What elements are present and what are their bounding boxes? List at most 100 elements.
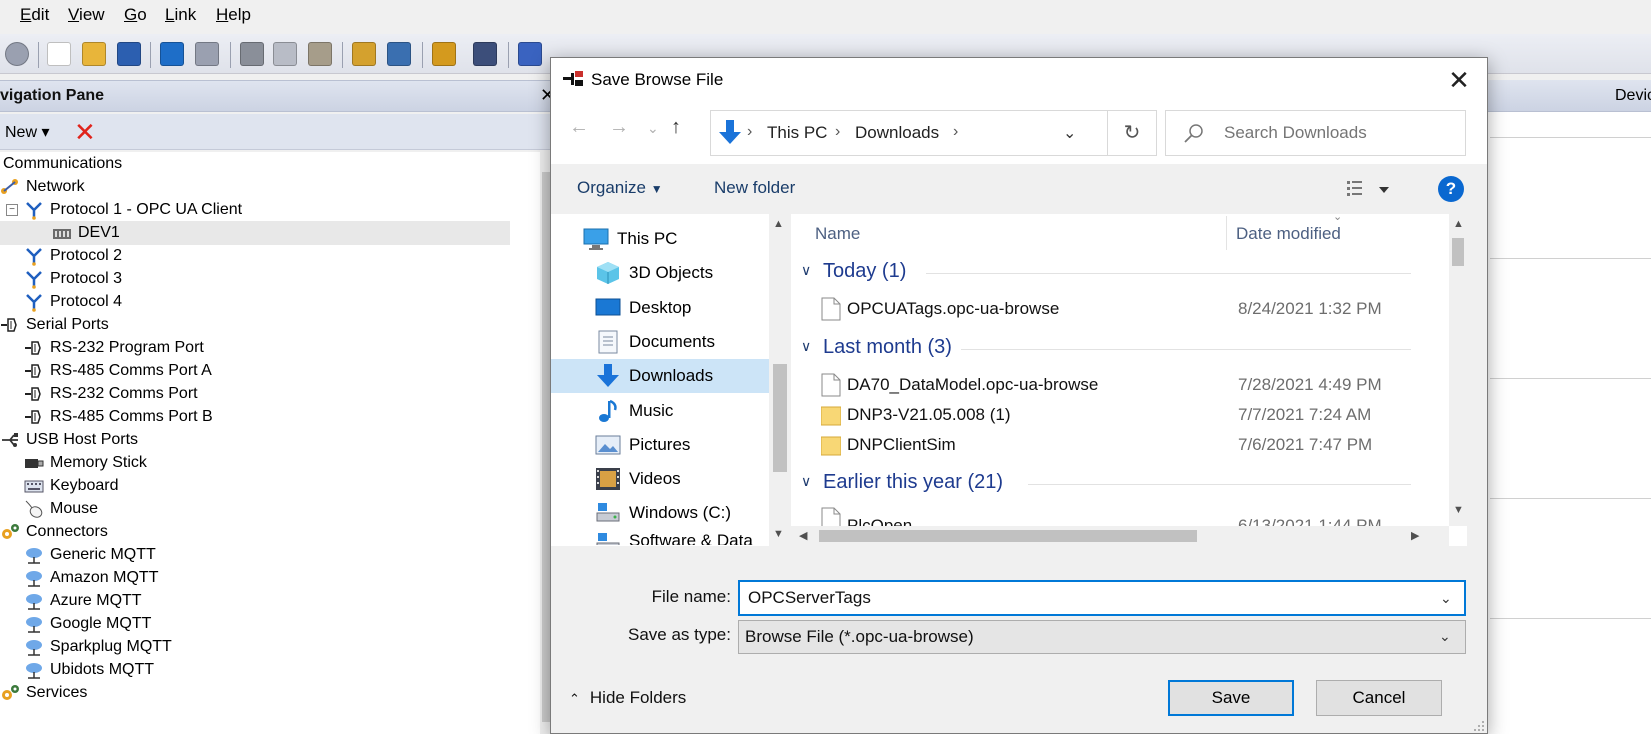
folder-item-documents[interactable]: Documents (551, 325, 769, 359)
menu-go[interactable]: Go (124, 5, 147, 25)
address-bar[interactable]: › This PC › Downloads › ⌄ (710, 110, 1108, 156)
resize-grip-icon[interactable] (1471, 718, 1485, 732)
folder-item-windows-c[interactable]: Windows (C:) (551, 496, 769, 530)
tree-item-communications[interactable]: Communications (3, 152, 122, 176)
tree-item-protocol-4[interactable]: Protocol 4 (24, 290, 122, 314)
folder-item-videos[interactable]: Videos (551, 462, 769, 496)
folder-item-downloads[interactable]: Downloads (551, 359, 769, 394)
up-arrow-icon[interactable]: ↑ (671, 116, 681, 139)
folder-pane-scrollbar[interactable]: ▲ ▼ (769, 214, 791, 546)
file-group-header[interactable]: ∨ Today (1) (791, 258, 1431, 288)
file-row[interactable]: OPCUATags.opc-ua-browse 8/24/2021 1:32 PM (791, 294, 1431, 324)
forward-arrow-icon[interactable]: → (609, 116, 629, 139)
folder-row[interactable]: DNPClientSim 7/6/2021 7:47 PM (791, 430, 1431, 460)
breadcrumb-this-pc[interactable]: This PC (767, 123, 827, 143)
help-icon[interactable]: ? (1438, 176, 1464, 202)
device-column-header[interactable]: Devic (1615, 87, 1651, 105)
tree-item-rs-232-program-port[interactable]: RS-232 Program Port (24, 336, 204, 360)
back-arrow-icon[interactable]: ← (569, 116, 589, 139)
recent-locations-chevron-icon[interactable]: ⌄ (647, 120, 659, 137)
save-icon[interactable] (117, 42, 141, 66)
tree-item-keyboard[interactable]: Keyboard (24, 474, 119, 498)
file-row[interactable]: PlcOpen... 6/13/2021 1:44 PM (791, 504, 1431, 526)
save-type-select[interactable]: Browse File (*.opc-ua-browse) ⌄ (738, 620, 1466, 654)
search-box[interactable] (1165, 110, 1466, 156)
tree-item-protocol-1-opc-ua-client[interactable]: Protocol 1 - OPC UA Client (24, 198, 242, 222)
tree-item-sparkplug-mqtt[interactable]: Sparkplug MQTT (24, 635, 172, 659)
find-all-icon[interactable] (352, 42, 376, 66)
monitor-icon[interactable] (473, 42, 497, 66)
find-icon[interactable] (387, 42, 411, 66)
tree-item-azure-mqtt[interactable]: Azure MQTT (24, 589, 142, 613)
change-view-icon[interactable] (1343, 176, 1395, 202)
folder-item-pictures[interactable]: Pictures (551, 428, 769, 462)
scroll-up-icon[interactable]: ▲ (1453, 218, 1464, 230)
tree-item-rs-485-comms-port-b[interactable]: RS-485 Comms Port B (24, 405, 213, 429)
file-row[interactable]: DA70_DataModel.opc-ua-browse 7/28/2021 4:… (791, 370, 1431, 400)
paste-icon[interactable] (308, 42, 332, 66)
undo-icon[interactable] (160, 42, 184, 66)
tree-item-protocol-2[interactable]: Protocol 2 (24, 244, 122, 268)
chevron-down-icon[interactable]: ⌄ (1440, 590, 1452, 607)
scroll-left-icon[interactable]: ◀ (799, 529, 807, 542)
menu-edit[interactable]: Edit (20, 5, 49, 25)
menu-link[interactable]: Link (165, 5, 196, 25)
tree-item-memory-stick[interactable]: Memory Stick (24, 451, 147, 475)
open-folder-icon[interactable] (82, 42, 106, 66)
cancel-button[interactable]: Cancel (1316, 680, 1442, 716)
tree-item-google-mqtt[interactable]: Google MQTT (24, 612, 151, 636)
hide-folders-button[interactable]: ⌃ Hide Folders (569, 688, 686, 708)
scroll-right-icon[interactable]: ▶ (1411, 529, 1419, 542)
column-divider[interactable] (1226, 216, 1227, 250)
column-name[interactable]: Name (815, 224, 860, 244)
new-file-icon[interactable] (47, 42, 71, 66)
file-group-header[interactable]: ∨ Last month (3) (791, 334, 1431, 364)
tree-item-services[interactable]: Services (0, 681, 87, 705)
new-folder-button[interactable]: New folder (714, 178, 795, 198)
breadcrumb-separator-icon[interactable]: › (953, 123, 958, 141)
tree-item-ubidots-mqtt[interactable]: Ubidots MQTT (24, 658, 154, 682)
redo-icon[interactable] (195, 42, 219, 66)
menu-help[interactable]: Help (216, 5, 251, 25)
file-name-field[interactable]: ⌄ (738, 580, 1466, 616)
folder-item-this-pc[interactable]: This PC (551, 222, 769, 256)
refresh-button[interactable]: ↻ (1108, 110, 1157, 156)
file-list-hscrollbar[interactable]: ◀ ▶ (791, 526, 1449, 546)
organize-button[interactable]: Organize ▼ (577, 178, 663, 198)
scroll-down-icon[interactable]: ▼ (773, 528, 784, 540)
tree-item-rs-485-comms-port-a[interactable]: RS-485 Comms Port A (24, 359, 212, 383)
file-list-vscrollbar[interactable]: ▲ ▼ (1449, 214, 1467, 526)
save-button[interactable]: Save (1168, 680, 1294, 716)
file-name-input[interactable] (748, 588, 1428, 608)
tree-item-network[interactable]: Network (0, 175, 85, 199)
file-hscroll-thumb[interactable] (819, 530, 1197, 542)
copy-icon[interactable] (273, 42, 297, 66)
tree-item-generic-mqtt[interactable]: Generic MQTT (24, 543, 156, 567)
address-dropdown-icon[interactable]: ⌄ (1063, 123, 1076, 143)
menu-view[interactable]: View (68, 5, 105, 25)
collapse-toggle-icon[interactable]: − (6, 204, 18, 216)
wand-icon[interactable] (518, 42, 542, 66)
dialog-close-button[interactable]: ✕ (1439, 64, 1479, 96)
tree-item-serial-ports[interactable]: Serial Ports (0, 313, 109, 337)
folder-item-music[interactable]: Music (551, 394, 769, 428)
tree-item-connectors[interactable]: Connectors (0, 520, 108, 544)
folder-item-desktop[interactable]: Desktop (551, 291, 769, 325)
folder-row[interactable]: DNP3-V21.05.008 (1) 7/7/2021 7:24 AM (791, 400, 1431, 430)
cut-icon[interactable] (240, 42, 264, 66)
tree-item-mouse[interactable]: Mouse (24, 497, 98, 521)
folder-item-software-data-d[interactable]: Software & Data (D:) (551, 531, 769, 545)
tree-item-usb-host-ports[interactable]: USB Host Ports (0, 428, 138, 452)
file-group-header[interactable]: ∨ Earlier this year (21) (791, 469, 1431, 499)
breadcrumb-downloads[interactable]: Downloads (855, 123, 939, 143)
tree-item-rs-232-comms-port[interactable]: RS-232 Comms Port (24, 382, 198, 406)
tree-item-amazon-mqtt[interactable]: Amazon MQTT (24, 566, 158, 590)
folder-scrollbar-thumb[interactable] (773, 364, 787, 472)
new-button[interactable]: New ▾ (5, 122, 50, 142)
column-date-modified[interactable]: Date modified (1236, 224, 1341, 244)
tree-item-protocol-3[interactable]: Protocol 3 (24, 267, 122, 291)
scroll-down-icon[interactable]: ▼ (1453, 504, 1464, 516)
scroll-up-icon[interactable]: ▲ (773, 218, 784, 230)
file-vscroll-thumb[interactable] (1452, 238, 1464, 266)
search-input[interactable] (1224, 123, 1454, 143)
